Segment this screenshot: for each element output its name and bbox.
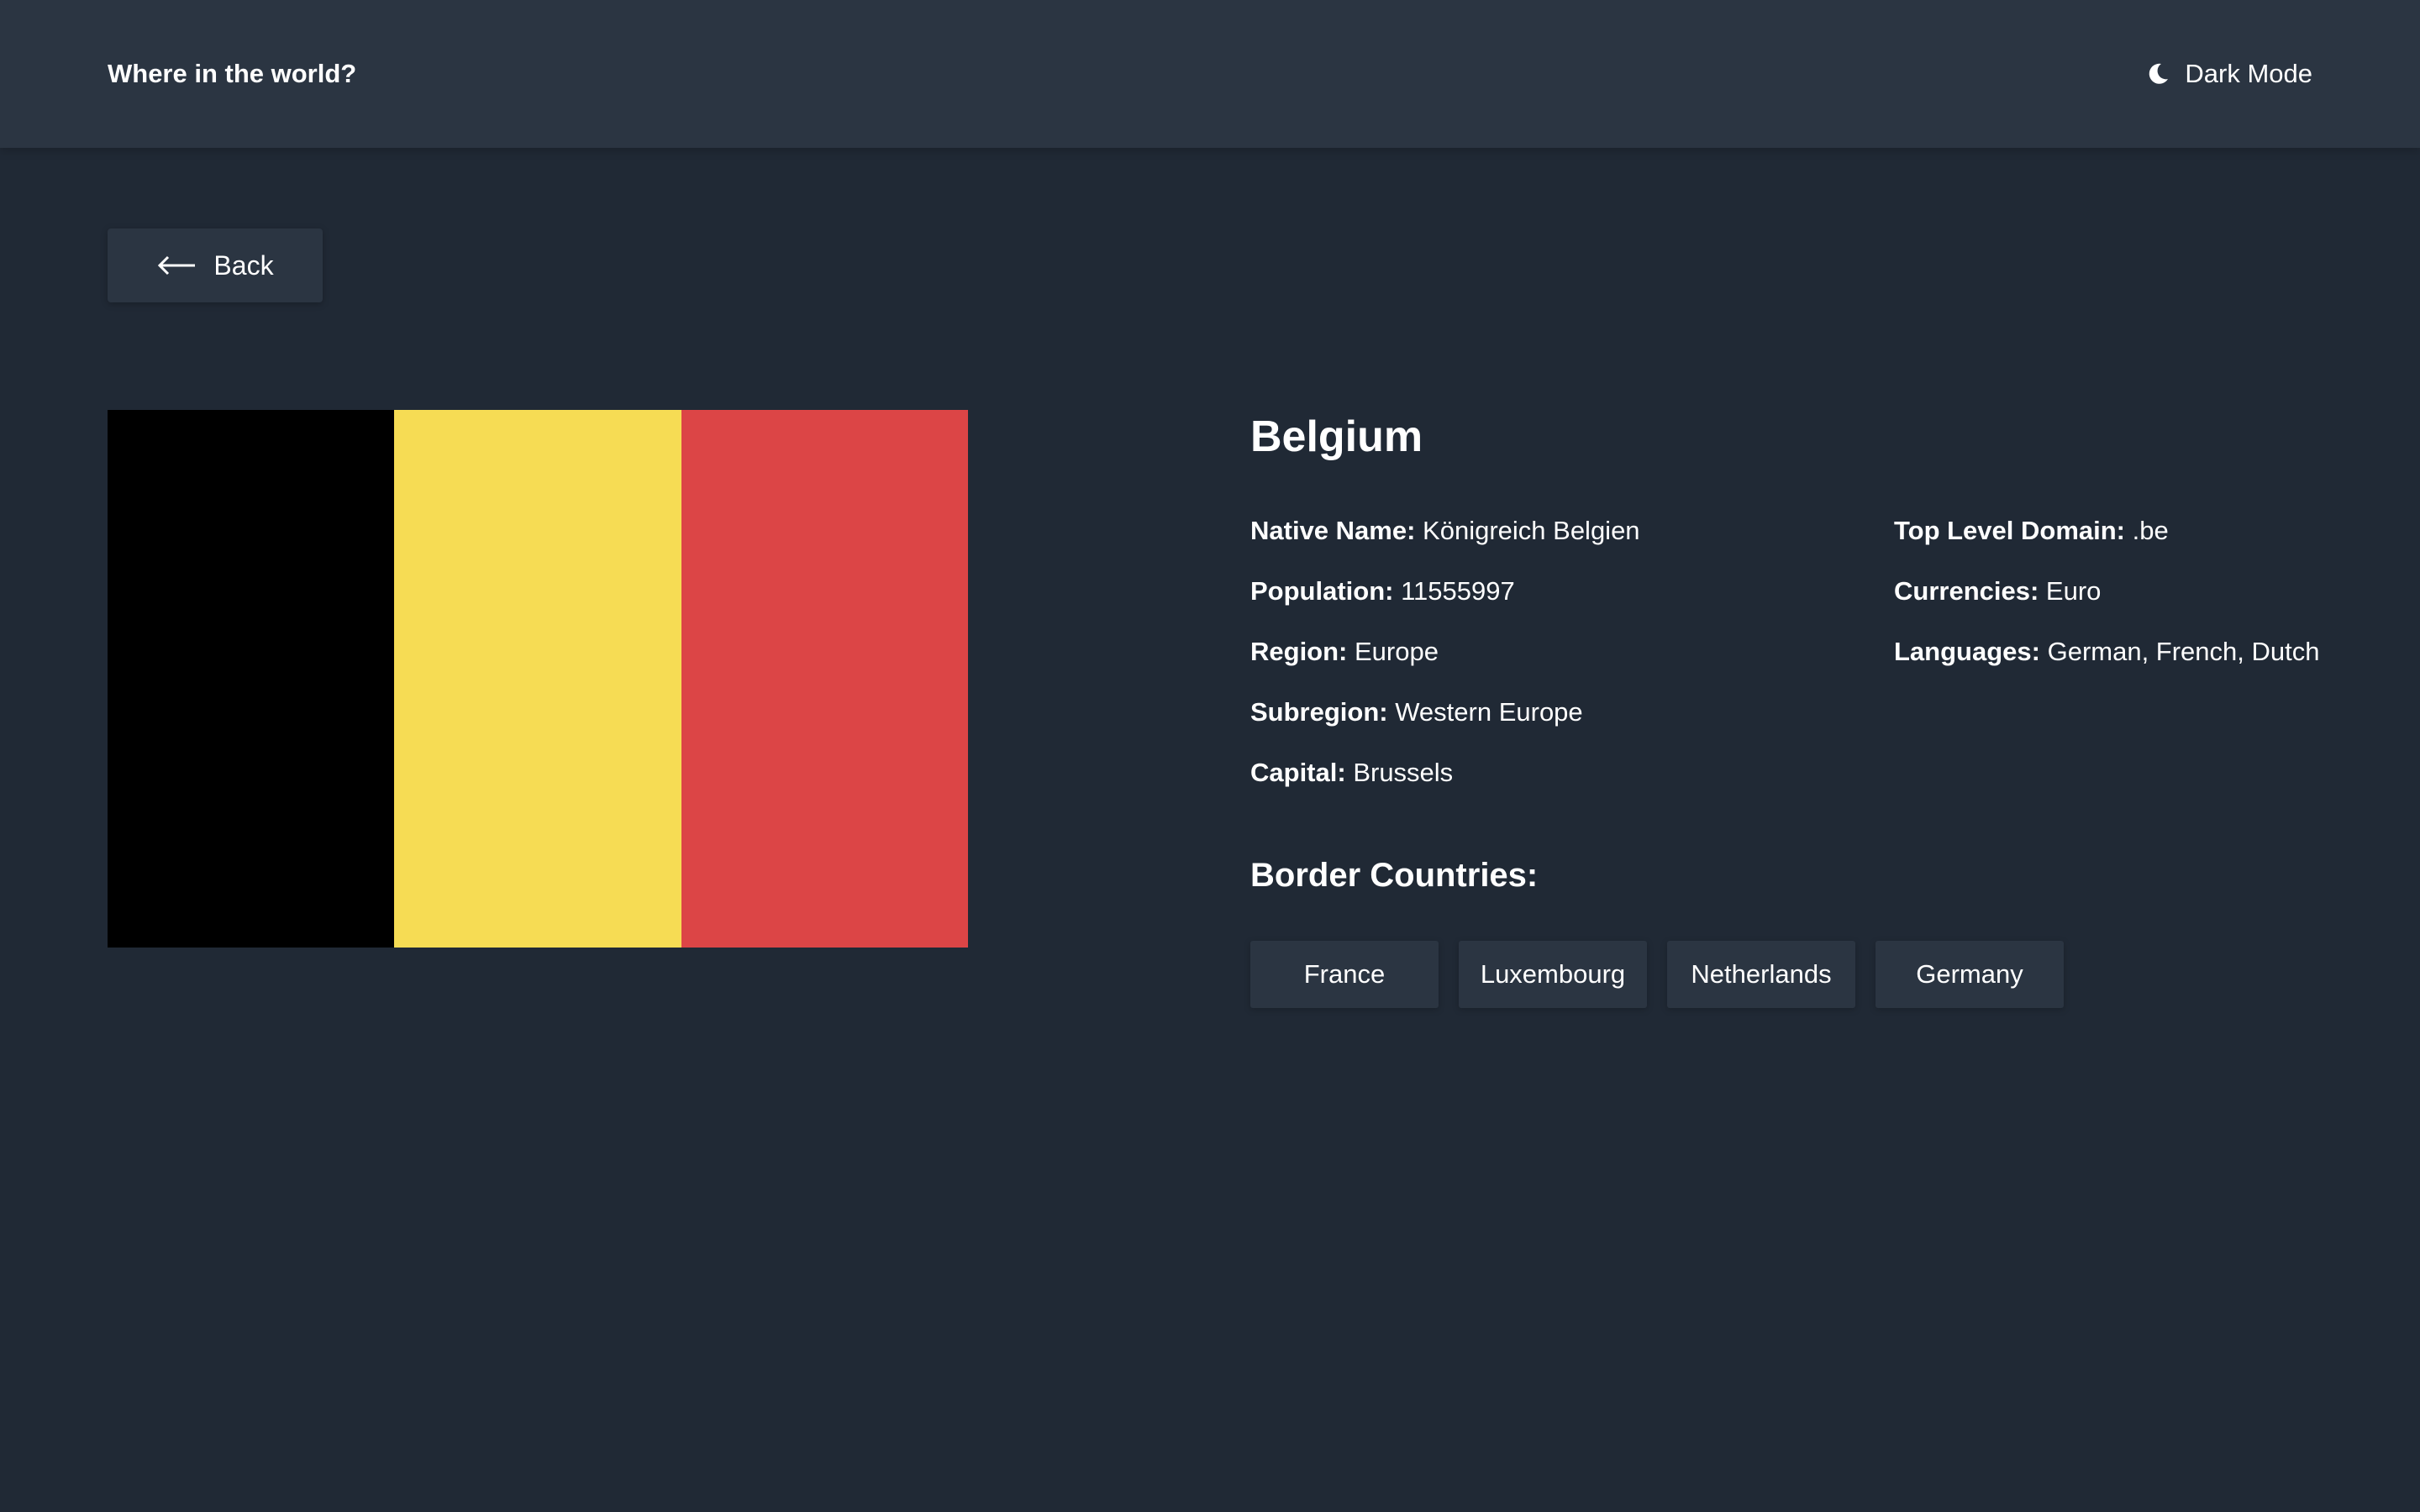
moon-icon [2149, 63, 2169, 84]
info-key: Top Level Domain: [1894, 516, 2126, 545]
country-flag [108, 410, 968, 948]
info-key: Currencies: [1894, 576, 2039, 606]
border-countries-list: France Luxembourg Netherlands Germany [1250, 941, 2064, 1008]
population-row: Population: 11555997 [1250, 575, 1640, 635]
dark-mode-label: Dark Mode [2185, 59, 2312, 88]
top-header: Where in the world? Dark Mode [0, 0, 2420, 148]
back-label: Back [213, 249, 274, 281]
info-value: Europe [1355, 637, 1439, 666]
region-row: Region: Europe [1250, 635, 1640, 696]
border-country-button[interactable]: Netherlands [1667, 941, 1855, 1008]
capital-row: Capital: Brussels [1250, 756, 1640, 816]
info-value: German, French, Dutch [2047, 637, 2320, 666]
flag-stripe-red [681, 410, 968, 948]
info-column-right: Top Level Domain: .be Currencies: Euro L… [1894, 514, 2320, 696]
info-key: Capital: [1250, 758, 1346, 787]
info-value: Brussels [1353, 758, 1454, 787]
border-country-button[interactable]: Germany [1876, 941, 2064, 1008]
info-value: .be [2132, 516, 2169, 545]
border-country-button[interactable]: Luxembourg [1459, 941, 1647, 1008]
native-name-row: Native Name: Königreich Belgien [1250, 514, 1640, 575]
top-level-domain-row: Top Level Domain: .be [1894, 514, 2320, 575]
flag-stripe-yellow [394, 410, 681, 948]
dark-mode-toggle[interactable]: Dark Mode [2144, 52, 2312, 96]
flag-stripe-black [108, 410, 395, 948]
info-value: Euro [2045, 576, 2102, 606]
languages-row: Languages: German, French, Dutch [1894, 635, 2320, 696]
info-key: Native Name: [1250, 516, 1416, 545]
info-key: Population: [1250, 576, 1394, 606]
info-value: Königreich Belgien [1423, 516, 1640, 545]
arrow-left-icon [158, 255, 196, 276]
info-key: Languages: [1894, 637, 2040, 666]
country-name: Belgium [1250, 412, 1423, 461]
info-value: 11555997 [1401, 576, 1515, 606]
back-button[interactable]: Back [108, 228, 323, 302]
border-country-button[interactable]: France [1250, 941, 1439, 1008]
currencies-row: Currencies: Euro [1894, 575, 2320, 635]
info-key: Region: [1250, 637, 1348, 666]
app-title: Where in the world? [108, 59, 357, 88]
info-value: Western Europe [1395, 697, 1583, 727]
info-key: Subregion: [1250, 697, 1388, 727]
subregion-row: Subregion: Western Europe [1250, 696, 1640, 756]
border-countries-title: Border Countries: [1250, 857, 1539, 894]
info-column-left: Native Name: Königreich Belgien Populati… [1250, 514, 1640, 816]
